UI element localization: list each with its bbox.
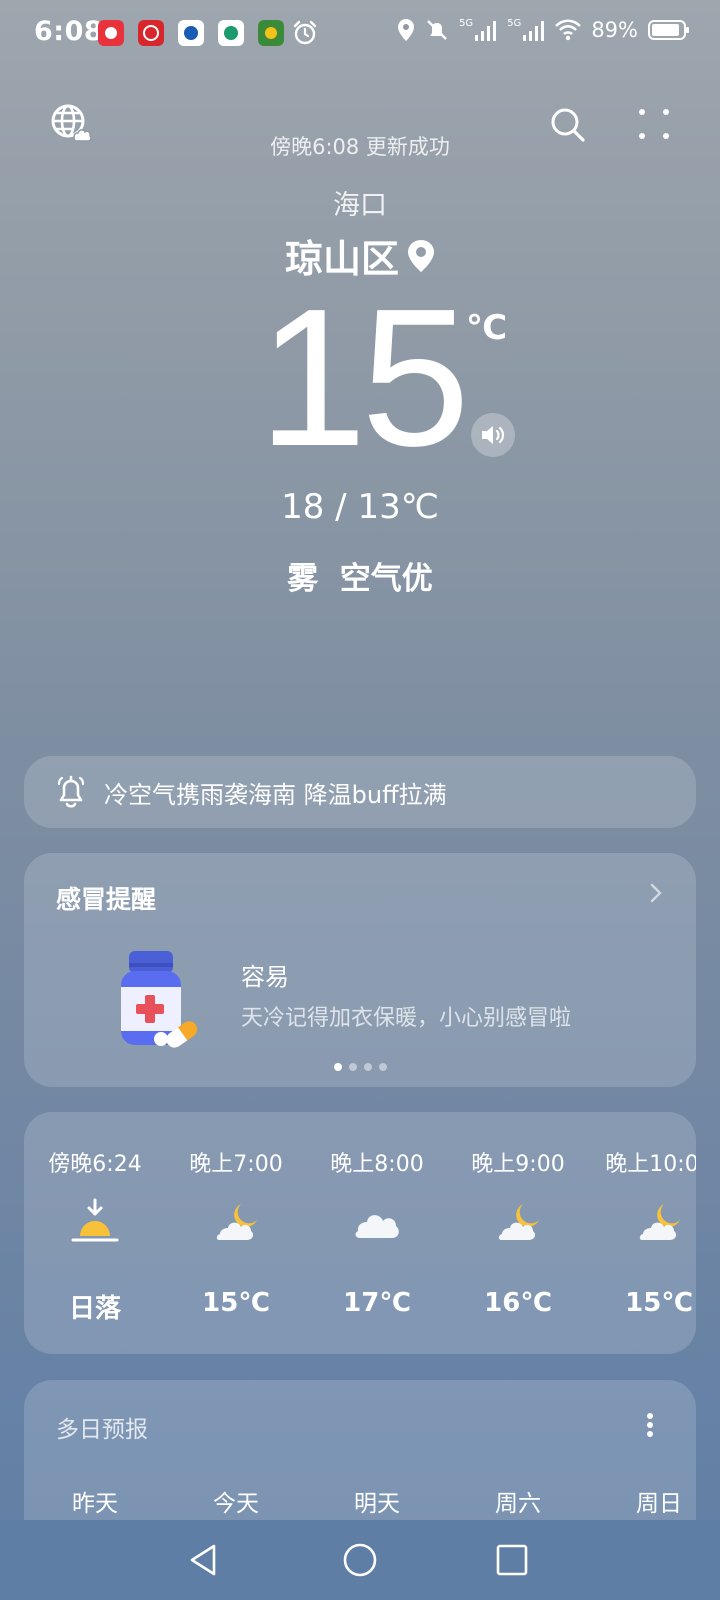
update-status-text: 傍晚6:08 更新成功 — [270, 135, 450, 159]
city-name: 海口 — [333, 190, 387, 221]
hourly-value: 17℃ — [343, 1288, 411, 1318]
day-label: 周六 — [495, 1491, 541, 1517]
hourly-time: 傍晚6:24 — [48, 1152, 142, 1177]
app-notification-icon — [98, 20, 124, 46]
app-notification-icon — [138, 20, 164, 46]
cloud-icon — [352, 1198, 402, 1248]
page-dot — [363, 1063, 372, 1071]
medicine-bottle-icon — [121, 951, 198, 1048]
signal-icon-1: 5G — [459, 19, 497, 41]
mute-bell-icon — [427, 20, 447, 40]
page-dot — [348, 1063, 357, 1071]
day-label: 明天 — [354, 1491, 400, 1517]
hourly-value: 15℃ — [625, 1288, 693, 1318]
cold-reminder-title: 感冒提醒 — [56, 885, 157, 914]
cold-reminder-card[interactable]: 感冒提醒 容易 天冷记得加衣保暖，小心别感冒啦 — [24, 853, 696, 1087]
app-notification-icon — [218, 20, 244, 46]
multi-day-forecast-card[interactable]: 多日预报 昨天 今天 明天 周六 周日 — [24, 1380, 696, 1540]
signal-icon-2: 5G — [507, 19, 545, 41]
day-label: 昨天 — [72, 1491, 118, 1517]
battery-icon — [648, 20, 689, 40]
recents-icon[interactable] — [494, 1542, 530, 1578]
hourly-time: 晚上7:00 — [189, 1152, 283, 1177]
battery-percent: 89% — [591, 18, 638, 42]
location-status-icon — [398, 19, 415, 41]
page-dot — [378, 1063, 387, 1071]
signal-label: 5G — [507, 18, 522, 29]
page-indicator — [24, 1063, 696, 1071]
day-label: 今天 — [213, 1491, 259, 1517]
alarm-icon — [293, 20, 317, 45]
temperature-unit: ℃ — [466, 308, 508, 348]
status-time: 6:08 — [34, 16, 104, 47]
hourly-value: 16℃ — [484, 1288, 552, 1318]
moon-cloud-icon — [211, 1198, 261, 1248]
system-navigation-bar — [0, 1520, 720, 1600]
hourly-value: 15℃ — [202, 1288, 270, 1318]
search-icon[interactable] — [549, 106, 587, 144]
cold-risk-level: 容易 — [241, 963, 289, 991]
home-icon[interactable] — [342, 1542, 378, 1578]
day-label: 周日 — [636, 1491, 682, 1517]
multi-day-title: 多日预报 — [56, 1417, 148, 1443]
weather-condition: 雾 空气优 — [287, 561, 433, 597]
notification-app-icons — [98, 20, 284, 46]
bell-icon — [57, 775, 85, 808]
voice-broadcast-button[interactable] — [471, 413, 515, 457]
status-icons: 5G 5G 89% — [397, 18, 689, 42]
current-temperature: 15 — [258, 268, 470, 487]
moon-cloud-icon — [634, 1198, 684, 1248]
app-notification-icon — [258, 20, 284, 46]
cold-reminder-description: 天冷记得加衣保暖，小心别感冒啦 — [241, 1006, 572, 1031]
alert-text: 冷空气携雨袭海南 降温buff拉满 — [104, 780, 447, 809]
hourly-time: 晚上10:00 — [605, 1152, 696, 1177]
speaker-icon — [482, 426, 505, 444]
back-icon[interactable] — [186, 1542, 222, 1578]
more-options-icon[interactable] — [638, 108, 670, 140]
hourly-time: 晚上8:00 — [330, 1152, 424, 1177]
hourly-time: 晚上9:00 — [471, 1152, 565, 1177]
wifi-icon — [555, 19, 582, 41]
moon-cloud-icon — [493, 1198, 543, 1248]
more-vertical-icon[interactable] — [646, 1412, 654, 1438]
signal-label: 5G — [459, 18, 474, 29]
weather-alert-banner[interactable]: 冷空气携雨袭海南 降温buff拉满 — [24, 756, 696, 828]
page-dot — [333, 1063, 342, 1071]
hourly-value: 日落 — [68, 1294, 121, 1324]
sunset-icon — [70, 1198, 120, 1248]
temperature-range: 18 / 13℃ — [281, 487, 439, 527]
app-notification-icon — [178, 20, 204, 46]
hourly-forecast-card[interactable]: 傍晚6:24 日落 晚上7:00 15℃ 晚上8:00 17℃ 晚上9:00 16℃ 晚上10:… — [24, 1112, 696, 1354]
chevron-right-icon[interactable] — [646, 881, 666, 905]
